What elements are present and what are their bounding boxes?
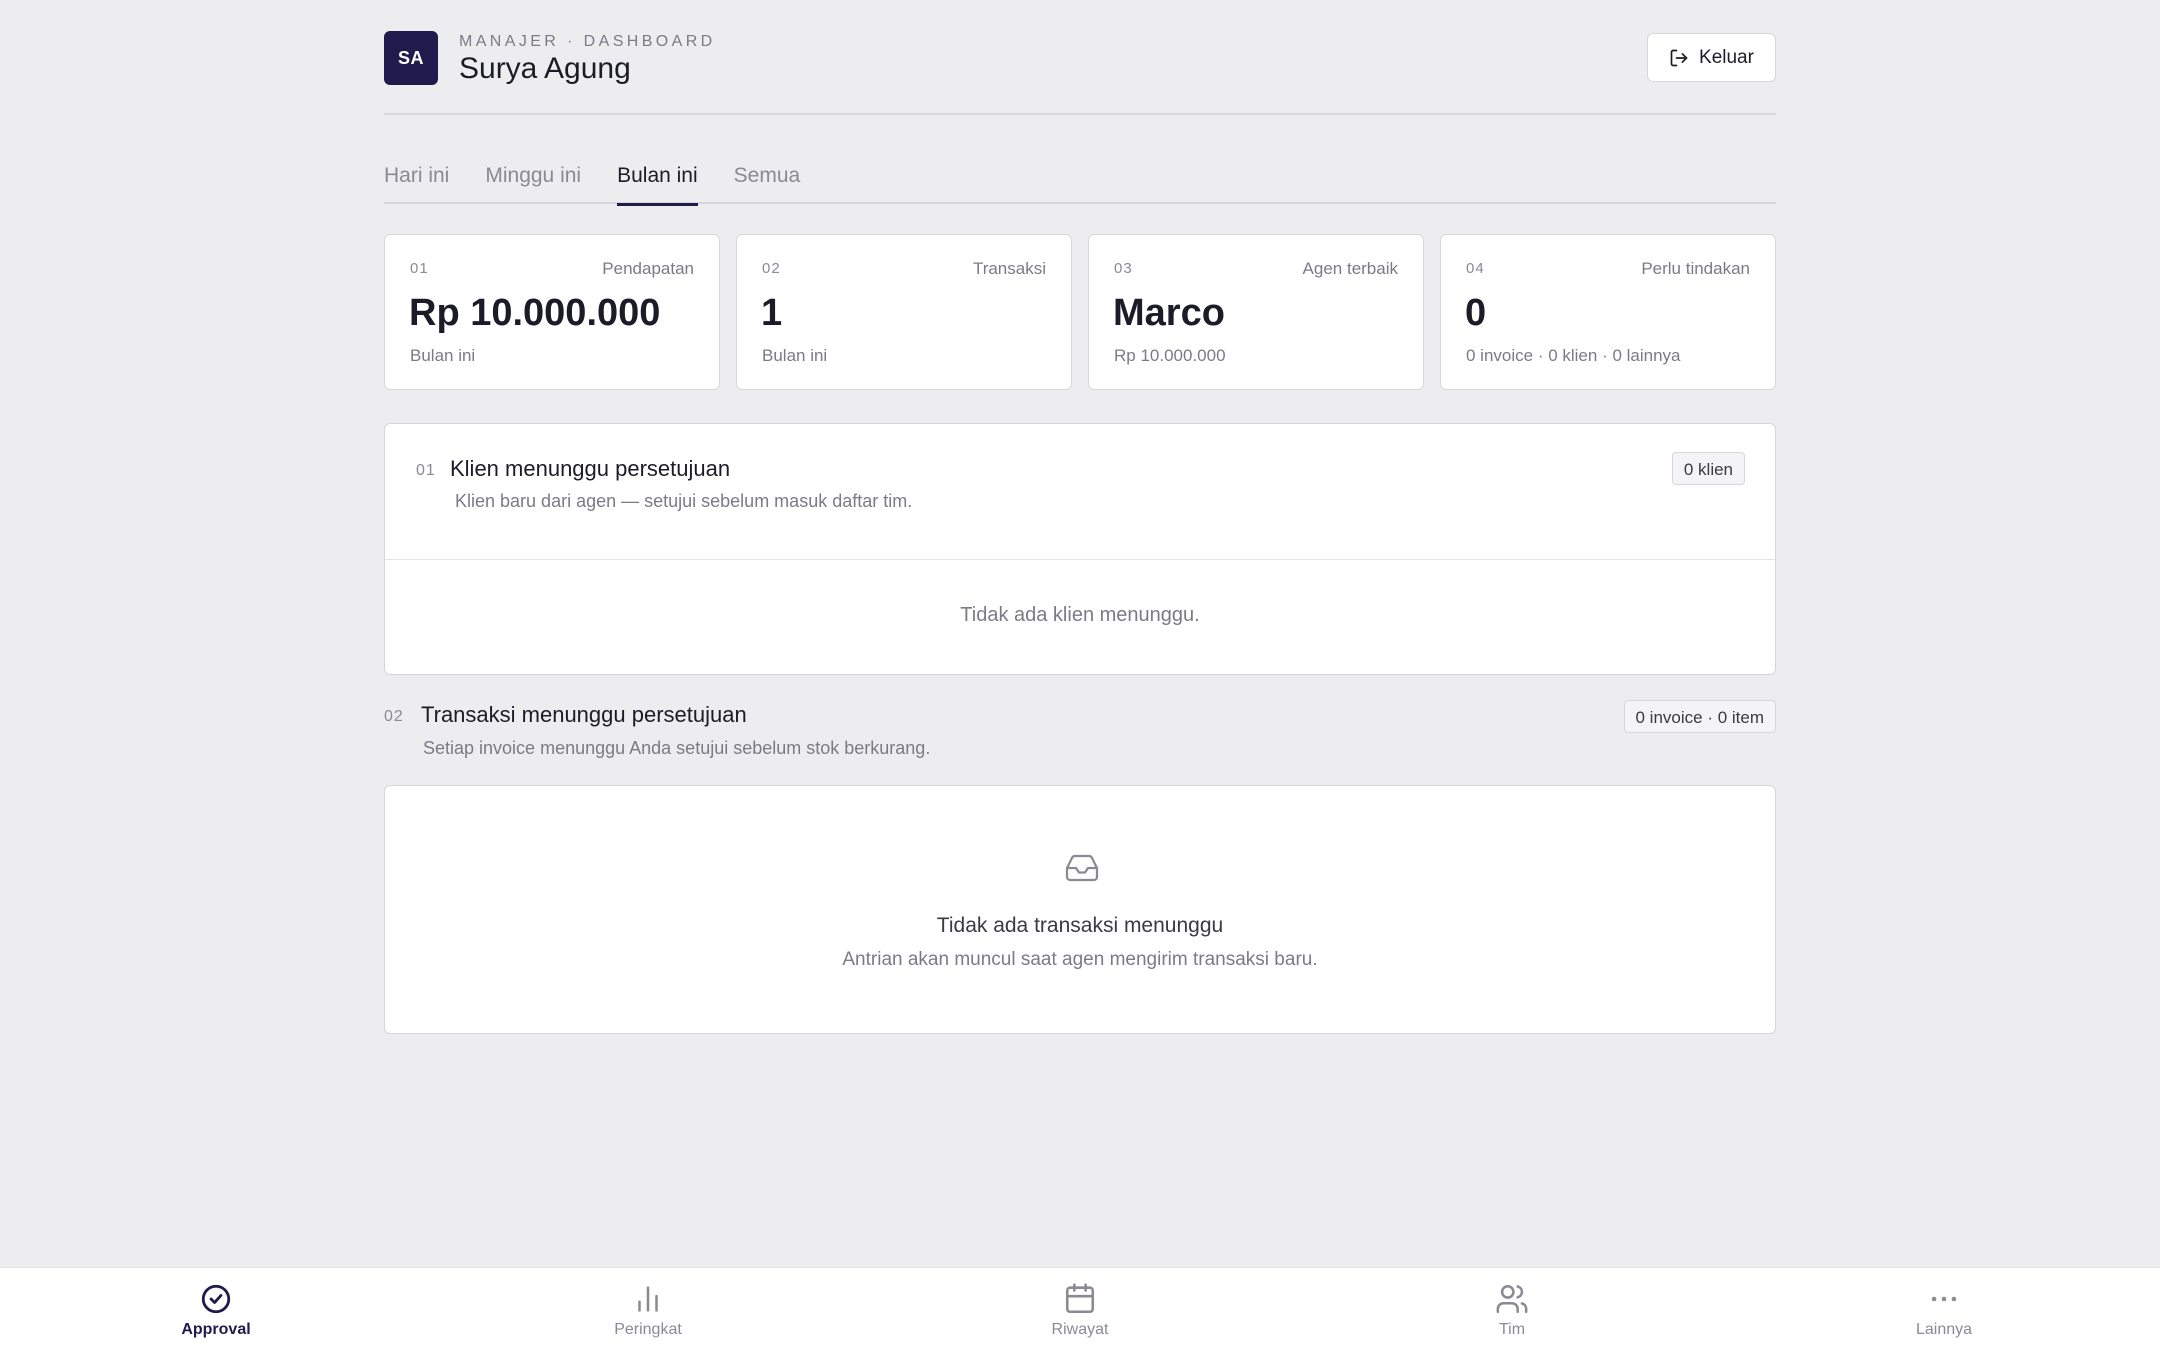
section-divider (385, 559, 1775, 560)
check-circle-icon (201, 1284, 231, 1314)
period-tabs: Hari ini Minggu ini Bulan ini Semua (384, 158, 1776, 206)
dashboard-page: SA MANAJER · DASHBOARD Surya Agung Kelua… (384, 0, 1776, 1034)
calendar-icon (1065, 1283, 1095, 1314)
nav-item-riwayat[interactable]: Riwayat (864, 1268, 1296, 1350)
stat-card-transactions: 02 Transaksi 1 Bulan ini (736, 234, 1072, 390)
clients-count-badge: 0 klien (1671, 452, 1745, 485)
stat-value: Marco (1113, 292, 1225, 334)
nav-item-approval[interactable]: Approval (0, 1268, 432, 1350)
stat-card-action-needed: 04 Perlu tindakan 0 0 invoice · 0 klien … (1440, 234, 1776, 390)
tab-bulan-ini[interactable]: Bulan ini (617, 158, 698, 206)
stat-label: Agen terbaik (1302, 259, 1398, 278)
empty-transactions-subtitle: Antrian akan muncul saat agen mengirim t… (842, 949, 1318, 970)
stat-label: Transaksi (972, 259, 1046, 278)
pending-clients-section: 01 Klien menunggu persetujuan Klien baru… (384, 423, 1776, 675)
user-name: Surya Agung (459, 52, 631, 85)
stat-number: 03 (1114, 260, 1133, 277)
nav-item-peringkat[interactable]: Peringkat (432, 1268, 864, 1350)
section-description: Setiap invoice menunggu Anda setujui seb… (423, 738, 931, 758)
empty-transactions-title: Tidak ada transaksi menunggu (936, 914, 1224, 937)
stat-value: 0 (1465, 292, 1487, 334)
logout-button[interactable]: Keluar (1647, 33, 1776, 82)
pending-transactions-header: 02 Transaksi menunggu persetujuan Setiap… (384, 700, 1776, 770)
stat-value: Rp 10.000.000 (409, 292, 661, 334)
stat-value: 1 (761, 292, 783, 334)
nav-label: Tim (1498, 1321, 1526, 1338)
section-description: Klien baru dari agen — setujui sebelum m… (455, 491, 913, 511)
stat-card-top-agent: 03 Agen terbaik Marco Rp 10.000.000 (1088, 234, 1424, 390)
section-number: 01 (416, 462, 436, 479)
stat-card-revenue: 01 Pendapatan Rp 10.000.000 Bulan ini (384, 234, 720, 390)
stat-label: Pendapatan (602, 259, 694, 278)
avatar: SA (384, 31, 438, 85)
nav-item-tim[interactable]: Tim (1296, 1268, 1728, 1350)
role-label: MANAJER · DASHBOARD (459, 33, 716, 50)
stat-number: 04 (1466, 260, 1485, 277)
stat-sub: 0 invoice · 0 klien · 0 lainnya (1466, 346, 1681, 365)
stat-number: 01 (410, 260, 429, 277)
stat-cards: 01 Pendapatan Rp 10.000.000 Bulan ini 02… (384, 234, 1776, 390)
stat-sub: Bulan ini (410, 346, 476, 365)
logout-icon (1670, 49, 1688, 66)
nav-label: Riwayat (1051, 1321, 1109, 1338)
pending-transactions-panel: Tidak ada transaksi menunggu Antrian aka… (384, 785, 1776, 1034)
section-title: Klien menunggu persetujuan (450, 456, 731, 481)
bottom-navigation: Approval Peringkat Riwayat Tim Lainnya (0, 1267, 2160, 1350)
section-title: Transaksi menunggu persetujuan (421, 702, 747, 727)
tab-hari-ini[interactable]: Hari ini (384, 158, 449, 204)
empty-clients-text: Tidak ada klien menunggu. (960, 604, 1200, 626)
nav-label: Lainnya (1915, 1321, 1973, 1338)
stat-number: 02 (762, 260, 781, 277)
logout-label: Keluar (1699, 46, 1754, 68)
stat-label: Perlu tindakan (1641, 259, 1750, 278)
tab-minggu-ini[interactable]: Minggu ini (485, 158, 581, 204)
more-icon (1931, 1296, 1957, 1302)
users-icon (1496, 1284, 1528, 1314)
bar-chart-icon (638, 1286, 658, 1312)
nav-item-lainnya[interactable]: Lainnya (1728, 1268, 2160, 1350)
stat-sub: Rp 10.000.000 (1114, 346, 1226, 365)
section-number: 02 (384, 708, 404, 725)
nav-label: Peringkat (614, 1321, 682, 1338)
stat-sub: Bulan ini (762, 346, 828, 365)
transactions-count-badge: 0 invoice · 0 item (1623, 700, 1776, 733)
nav-label: Approval (181, 1321, 251, 1338)
page-header: SA MANAJER · DASHBOARD Surya Agung Kelua… (384, 0, 1776, 115)
inbox-icon (1065, 854, 1099, 882)
tab-semua[interactable]: Semua (734, 158, 801, 204)
